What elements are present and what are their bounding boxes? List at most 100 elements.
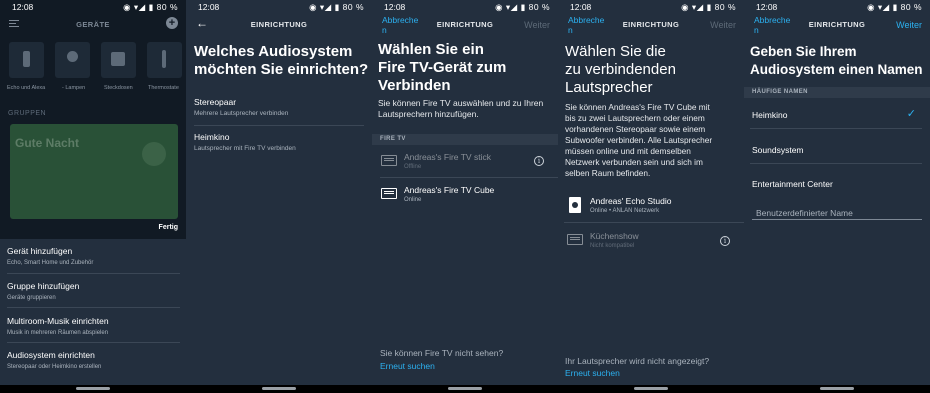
battery-level: 80 %: [900, 2, 922, 12]
divider: [380, 177, 558, 178]
page-title-line: Lautsprecher: [565, 79, 653, 96]
divider: [194, 125, 364, 126]
menu-audio-system[interactable]: Audiosystem einrichten Stereopaar oder H…: [7, 350, 176, 370]
rescan-link[interactable]: Erneut suchen: [380, 361, 435, 371]
done-button[interactable]: Fertig: [159, 224, 178, 231]
name-option-heimkino[interactable]: Heimkino: [752, 110, 930, 120]
option-title: Stereopaar: [194, 97, 237, 107]
header-title: GERÄTE: [76, 20, 110, 29]
description-line: Subwoofer verbinden. Alle Lautsprecher: [565, 135, 713, 145]
info-icon[interactable]: i: [534, 156, 544, 166]
status-icons: ◉ ▾◢ ▮: [867, 2, 901, 12]
rescan-link[interactable]: Erneut suchen: [565, 368, 620, 378]
menu-multiroom[interactable]: Multiroom-Musik einrichten Musik in mehr…: [7, 316, 176, 336]
device-name: Andreas's Fire TV stick: [404, 152, 491, 162]
status-icons: ◉ ▾◢ ▮: [681, 2, 715, 12]
option-title: Heimkino: [194, 132, 230, 142]
option-stereo-pair[interactable]: Stereopaar Mehrere Lautsprecher verbinde…: [194, 97, 372, 117]
battery-level: 80 %: [528, 2, 550, 12]
device-fire-tv-cube[interactable]: Andreas's Fire TV Cube Online: [376, 183, 558, 209]
home-pill[interactable]: [76, 387, 110, 390]
next-button[interactable]: Weiter: [896, 20, 922, 30]
menu-add-device[interactable]: Gerät hinzufügen Echo, Smart Home und Zu…: [7, 246, 176, 266]
menu-subtitle: Stereopaar oder Heimkino erstellen: [7, 364, 102, 370]
page-description: Sie können Fire TV auswählen und zu Ihre…: [378, 98, 548, 120]
divider: [7, 273, 180, 274]
status-icons: ◉ ▾◢ ▮: [495, 2, 529, 12]
home-pill[interactable]: [634, 387, 668, 390]
device-status: Nicht kompatibel: [590, 243, 635, 249]
info-icon[interactable]: i: [720, 236, 730, 246]
description-line: Lautsprechern hinzufügen.: [378, 109, 479, 119]
page-title-line: Wählen Sie ein: [378, 41, 484, 58]
page-title-line: Verbinden: [378, 77, 451, 94]
option-home-theater[interactable]: Heimkino Lautsprecher mit Fire TV verbin…: [194, 132, 372, 152]
tile-lamps[interactable]: [55, 42, 90, 78]
group-card[interactable]: Gute Nacht: [10, 124, 178, 219]
header-title: EINRICHTUNG: [250, 20, 308, 29]
status-time: 12:08: [570, 2, 592, 12]
nav-bar: [744, 385, 930, 393]
speaker-icon: [569, 197, 581, 213]
lamp-icon: [67, 51, 78, 62]
status-time: 12:08: [12, 2, 34, 12]
option-subtitle: Mehrere Lautsprecher verbinden: [194, 110, 289, 117]
plug-icon: [111, 52, 125, 66]
device-status: Online • ANLAN Netzwerk: [590, 208, 660, 214]
page-title-line: möchten Sie einrichten?: [194, 61, 369, 78]
menu-subtitle: Geräte gruppieren: [7, 295, 56, 301]
screen-devices: 12:08 ◉ ▾◢ ▮ 80 % GERÄTE + Echo und Alex…: [0, 0, 186, 393]
page-title: Wählen Sie ein Fire TV-Gerät zum Verbind…: [378, 41, 506, 95]
echo-show-icon: [567, 234, 583, 245]
battery-level: 80 %: [714, 2, 736, 12]
checkmark-icon: ✓: [906, 108, 916, 120]
status-time: 12:08: [756, 2, 778, 12]
menu-title: Audiosystem einrichten: [7, 350, 95, 360]
nav-bar: [372, 385, 558, 393]
add-icon[interactable]: +: [166, 17, 178, 29]
page-title-line: zu verbindenden: [565, 61, 676, 78]
home-pill[interactable]: [448, 387, 482, 390]
name-option-entertainment[interactable]: Entertainment Center: [752, 179, 930, 189]
section-fire-tv: FIRE TV: [372, 134, 558, 145]
description-line: vorhandenen Stereopaar sowie einem: [565, 124, 706, 134]
tv-icon: [381, 188, 397, 199]
device-fire-tv-stick[interactable]: Andreas's Fire TV stick Offline: [376, 150, 558, 176]
divider: [7, 307, 180, 308]
tile-plugs[interactable]: [101, 42, 136, 78]
status-time: 12:08: [198, 2, 220, 12]
custom-name-input[interactable]: Benutzerdefinierter Name: [756, 208, 853, 218]
menu-add-group[interactable]: Gruppe hinzufügen Geräte gruppieren: [7, 281, 176, 301]
divider: [750, 128, 922, 129]
divider: [7, 342, 180, 343]
group-title: Gute Nacht: [15, 136, 80, 150]
home-pill[interactable]: [820, 387, 854, 390]
footer-question: Ihr Lautsprecher wird nicht angezeigt?: [565, 356, 710, 366]
thermostat-icon: [162, 50, 166, 68]
name-option-soundsystem[interactable]: Soundsystem: [752, 145, 930, 155]
page-title: Wählen Sie die zu verbindenden Lautsprec…: [565, 43, 676, 97]
device-echo-studio[interactable]: Andreas' Echo Studio Online • ANLAN Netz…: [562, 194, 744, 220]
page-title-line: Fire TV-Gerät zum: [378, 59, 507, 76]
nav-bar: [558, 385, 744, 393]
next-button[interactable]: Weiter: [524, 20, 550, 30]
groups-heading: GRUPPEN: [8, 110, 47, 117]
tile-thermostats[interactable]: [147, 42, 182, 78]
description-line: Netzwerk verbunden sein und sich im: [565, 157, 703, 167]
status-time: 12:08: [384, 2, 406, 12]
home-pill[interactable]: [262, 387, 296, 390]
action-sheet: Gerät hinzufügen Echo, Smart Home und Zu…: [0, 239, 186, 385]
status-bar: 12:08 ◉ ▾◢ ▮ 80 %: [0, 0, 186, 14]
status-bar: 12:08 ◉ ▾◢ ▮ 80 %: [744, 0, 930, 14]
custom-name-underline: [752, 219, 922, 220]
footer-question: Sie können Fire TV nicht sehen?: [380, 348, 504, 358]
screen-speakers: 12:08 ◉ ▾◢ ▮ 80 % Abbreche n EINRICHTUNG…: [558, 0, 744, 393]
screen-name-system: 12:08 ◉ ▾◢ ▮ 80 % Abbreche n EINRICHTUNG…: [744, 0, 930, 393]
next-button[interactable]: Weiter: [710, 20, 736, 30]
section-common-names: HÄUFIGE NAMEN: [744, 87, 930, 98]
battery-level: 80 %: [342, 2, 364, 12]
divider: [750, 163, 922, 164]
tile-echo[interactable]: [9, 42, 44, 78]
tile-label: Thermostate: [148, 85, 179, 91]
page-title-line: Wählen Sie die: [565, 43, 666, 60]
